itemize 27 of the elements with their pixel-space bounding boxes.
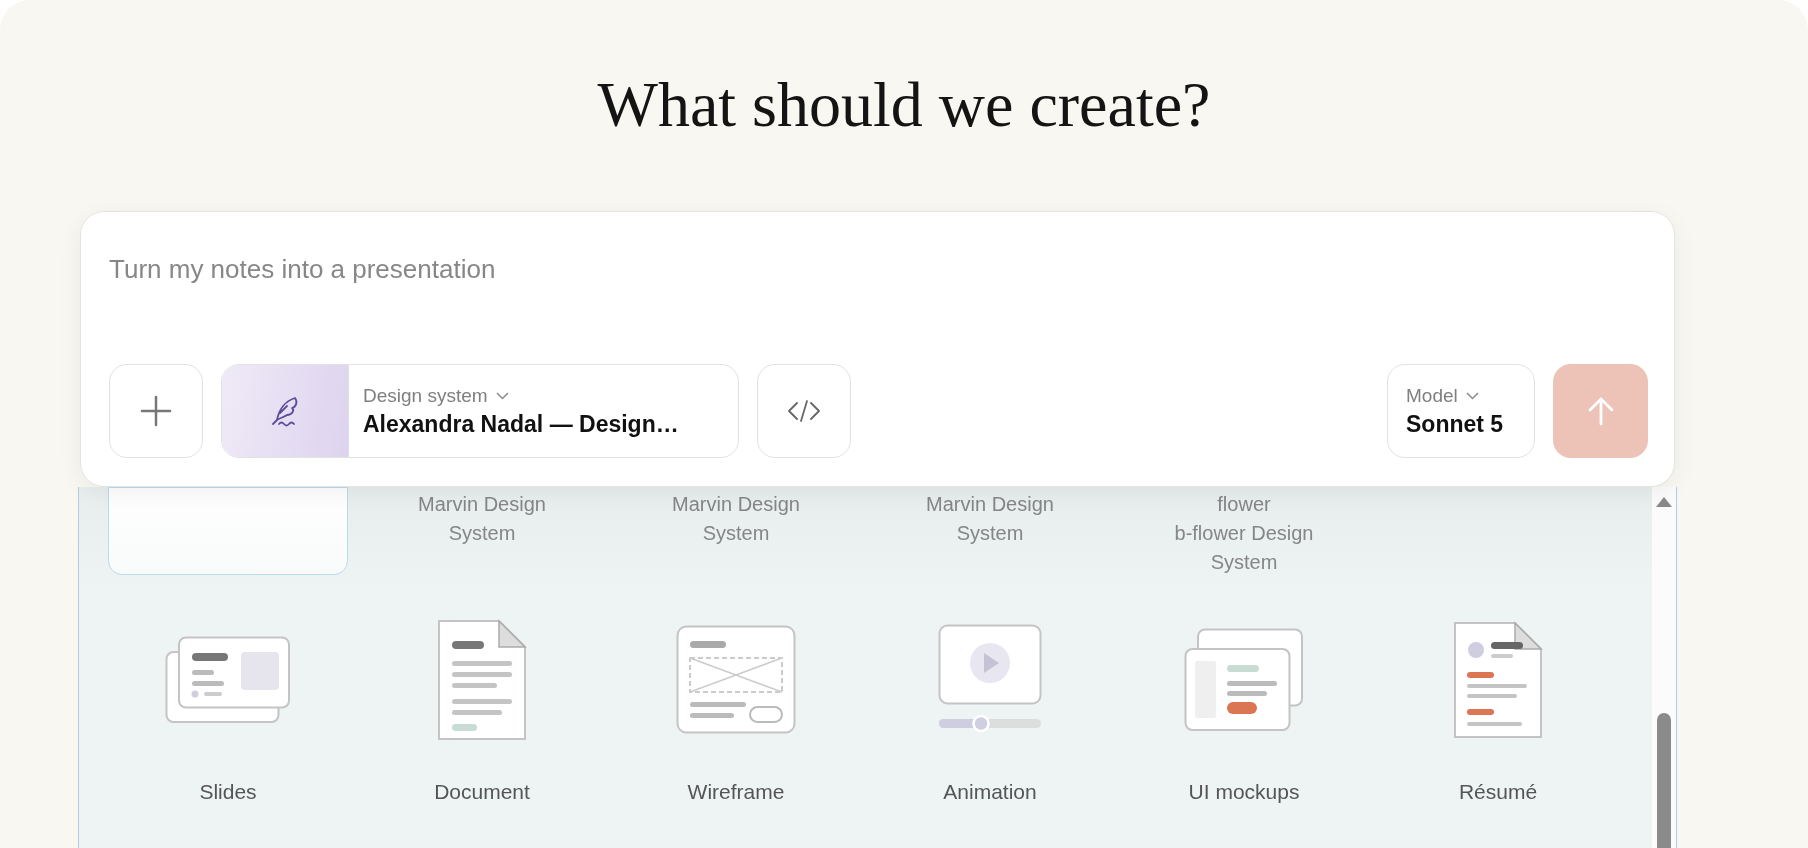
ui-mockups-icon bbox=[1184, 628, 1304, 732]
chevron-down-icon bbox=[495, 391, 509, 400]
scroll-up-icon[interactable] bbox=[1656, 497, 1672, 507]
format-label[interactable]: Wireframe bbox=[687, 777, 785, 806]
format-label[interactable]: UI mockups bbox=[1188, 777, 1300, 806]
chevron-down-icon bbox=[1465, 391, 1479, 400]
code-button[interactable] bbox=[757, 364, 851, 458]
scrollbar-thumb[interactable] bbox=[1657, 713, 1671, 848]
plus-icon bbox=[140, 395, 172, 427]
prompt-panel[interactable]: Turn my notes into a presentation Design system Alexandra Nadal — Design… Model Sonnet 5 bbox=[80, 211, 1675, 487]
format-label[interactable]: Animation bbox=[943, 777, 1037, 806]
arrow-up-icon bbox=[1587, 396, 1614, 426]
page-title: What should we create? bbox=[596, 68, 1212, 142]
design-system-card[interactable] bbox=[108, 487, 348, 575]
resume-icon bbox=[1453, 621, 1543, 739]
format-label[interactable]: Résumé bbox=[1458, 777, 1538, 806]
model-selector[interactable]: Model Sonnet 5 bbox=[1387, 364, 1535, 458]
code-icon bbox=[787, 399, 821, 423]
format-label[interactable]: Slides bbox=[199, 777, 257, 806]
wireframe-icon bbox=[676, 625, 796, 735]
slides-icon bbox=[165, 636, 291, 724]
format-label[interactable]: Document bbox=[434, 777, 530, 806]
scrollbar[interactable] bbox=[1652, 487, 1676, 848]
add-button[interactable] bbox=[109, 364, 203, 458]
document-icon bbox=[437, 619, 527, 741]
design-system-selector[interactable]: Design system Alexandra Nadal — Design… bbox=[221, 364, 739, 458]
prompt-field[interactable]: Turn my notes into a presentation bbox=[109, 240, 1648, 337]
